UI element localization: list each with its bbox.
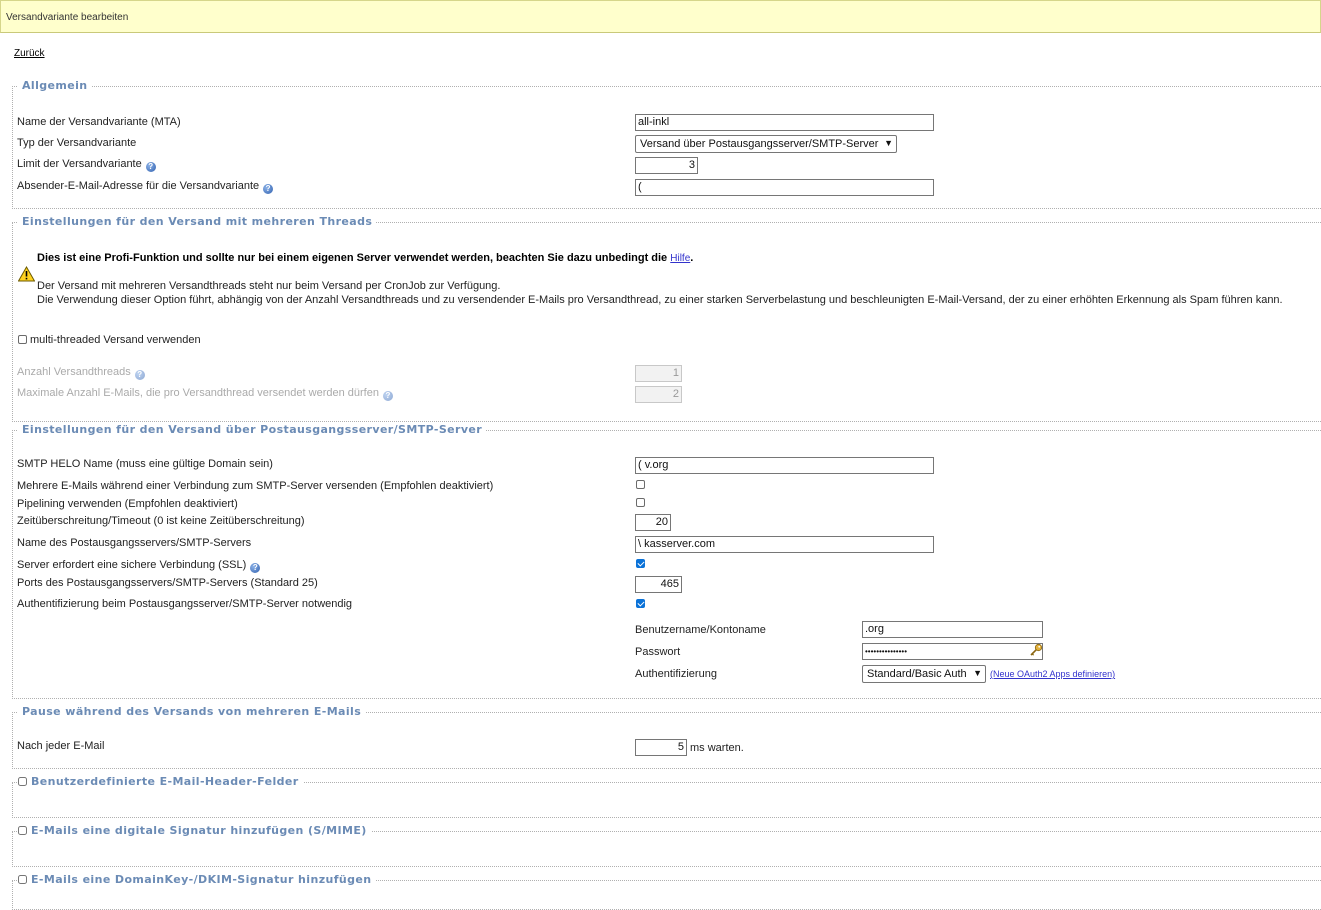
helo-label: SMTP HELO Name (muss eine gültige Domain…: [17, 458, 273, 470]
warning-line-1: Der Versand mit mehreren Versandthreads …: [37, 280, 501, 292]
smtp-auth-checkbox[interactable]: [636, 599, 645, 608]
ssl-text: Server erfordert eine sichere Verbindung…: [17, 559, 247, 571]
oauth-apps-link[interactable]: (Neue OAuth2 Apps definieren): [990, 669, 1115, 679]
help-link[interactable]: Hilfe: [670, 253, 690, 264]
password-label: Passwort: [635, 646, 681, 658]
helo-input[interactable]: ( v.org: [635, 457, 934, 474]
sender-email-input[interactable]: (: [635, 179, 934, 196]
help-icon[interactable]: ?: [382, 391, 393, 401]
smtp-server-input[interactable]: \ kasserver.com: [635, 536, 934, 553]
mta-limit-input[interactable]: 3: [635, 157, 698, 174]
chevron-down-icon: ▼: [973, 668, 982, 678]
back-link[interactable]: Zurück: [14, 48, 45, 59]
ssl-checkbox[interactable]: [636, 559, 645, 568]
fieldset-custom-headers: Benutzerdefinierte E-Mail-Header-Felder: [12, 775, 1321, 818]
max-mails-text: Maximale Anzahl E-Mails, die pro Versand…: [17, 387, 379, 399]
smtp-port-label: Ports des Postausgangsservers/SMTP-Serve…: [17, 577, 318, 589]
warning-icon: [18, 266, 35, 282]
warning-headline: Dies ist eine Profi-Funktion und sollte …: [37, 252, 693, 264]
mta-limit-label: Limit der Versandvariante?: [17, 158, 156, 172]
pipelining-checkbox[interactable]: [636, 498, 645, 507]
smtp-port-input[interactable]: 465: [635, 576, 682, 593]
key-icon[interactable]: [1029, 643, 1043, 657]
username-input[interactable]: .org: [862, 621, 1043, 638]
fieldset-dkim: E-Mails eine DomainKey-/DKIM-Signatur hi…: [12, 873, 1321, 910]
auth-type-value: Standard/Basic Auth: [867, 668, 967, 680]
username-label: Benutzername/Kontoname: [635, 624, 766, 636]
smime-checkbox[interactable]: [18, 826, 27, 835]
warning-bold-text: Dies ist eine Profi-Funktion und sollte …: [37, 252, 668, 264]
timeout-label: Zeitüberschreitung/Timeout (0 ist keine …: [17, 515, 305, 527]
password-input[interactable]: •••••••••••••••: [862, 643, 1043, 660]
thread-count-text: Anzahl Versandthreads: [17, 366, 131, 378]
legend-smtp: Einstellungen für den Versand über Posta…: [18, 423, 487, 436]
max-mails-label: Maximale Anzahl E-Mails, die pro Versand…: [17, 387, 393, 401]
pause-unit: ms warten.: [690, 742, 744, 754]
mta-type-label: Typ der Versandvariante: [17, 137, 137, 149]
legend-general: Allgemein: [18, 79, 92, 92]
help-icon[interactable]: ?: [145, 162, 156, 172]
custom-headers-title: Benutzerdefinierte E-Mail-Header-Felder: [31, 775, 299, 788]
smtp-auth-label: Authentifizierung beim Postausgangsserve…: [17, 598, 353, 610]
sender-email-text: Absender-E-Mail-Adresse für die Versandv…: [17, 180, 260, 192]
dkim-checkbox[interactable]: [18, 875, 27, 884]
multithread-label: multi-threaded Versand verwenden: [30, 334, 201, 346]
auth-type-select[interactable]: Standard/Basic Auth ▼: [862, 665, 986, 683]
mta-name-input[interactable]: all-inkl: [635, 114, 934, 131]
dkim-title: E-Mails eine DomainKey-/DKIM-Signatur hi…: [31, 873, 372, 886]
multi-mail-checkbox[interactable]: [636, 480, 645, 489]
custom-headers-checkbox[interactable]: [18, 777, 27, 786]
pause-input[interactable]: 5: [635, 739, 687, 756]
smime-title: E-Mails eine digitale Signatur hinzufüge…: [31, 824, 367, 837]
mta-limit-text: Limit der Versandvariante: [17, 158, 142, 170]
page-header: Versandvariante bearbeiten: [0, 0, 1321, 33]
help-icon[interactable]: ?: [263, 184, 274, 194]
legend-threads: Einstellungen für den Versand mit mehrer…: [18, 215, 377, 228]
mta-type-value: Versand über Postausgangsserver/SMTP-Ser…: [640, 138, 879, 150]
legend-custom-headers[interactable]: Benutzerdefinierte E-Mail-Header-Felder: [18, 775, 303, 788]
timeout-input[interactable]: 20: [635, 514, 671, 531]
warning-line-2: Die Verwendung dieser Option führt, abhä…: [37, 294, 1283, 306]
smtp-server-label: Name des Postausgangsservers/SMTP-Server…: [17, 537, 252, 549]
auth-type-label: Authentifizierung: [635, 668, 717, 680]
multi-mail-label: Mehrere E-Mails während einer Verbindung…: [17, 480, 494, 492]
thread-count-input[interactable]: 1: [635, 365, 682, 382]
sender-email-label: Absender-E-Mail-Adresse für die Versandv…: [17, 180, 274, 194]
help-icon[interactable]: ?: [250, 563, 261, 573]
pipelining-label: Pipelining verwenden (Empfohlen deaktivi…: [17, 498, 238, 510]
mta-name-label: Name der Versandvariante (MTA): [17, 116, 181, 128]
help-icon[interactable]: ?: [134, 370, 145, 380]
page-title: Versandvariante bearbeiten: [6, 12, 129, 23]
legend-pause: Pause während des Versands von mehreren …: [18, 705, 366, 718]
pause-label: Nach jeder E-Mail: [17, 740, 105, 752]
ssl-label: Server erfordert eine sichere Verbindung…: [17, 559, 261, 573]
chevron-down-icon: ▼: [884, 138, 893, 148]
warning-period: .: [690, 252, 694, 264]
mta-type-select[interactable]: Versand über Postausgangsserver/SMTP-Ser…: [635, 135, 897, 153]
fieldset-smime: E-Mails eine digitale Signatur hinzufüge…: [12, 824, 1321, 867]
legend-dkim[interactable]: E-Mails eine DomainKey-/DKIM-Signatur hi…: [18, 873, 376, 886]
max-mails-input[interactable]: 2: [635, 386, 682, 403]
multithread-checkbox[interactable]: [18, 335, 27, 344]
thread-count-label: Anzahl Versandthreads?: [17, 366, 145, 380]
legend-smime[interactable]: E-Mails eine digitale Signatur hinzufüge…: [18, 824, 371, 837]
